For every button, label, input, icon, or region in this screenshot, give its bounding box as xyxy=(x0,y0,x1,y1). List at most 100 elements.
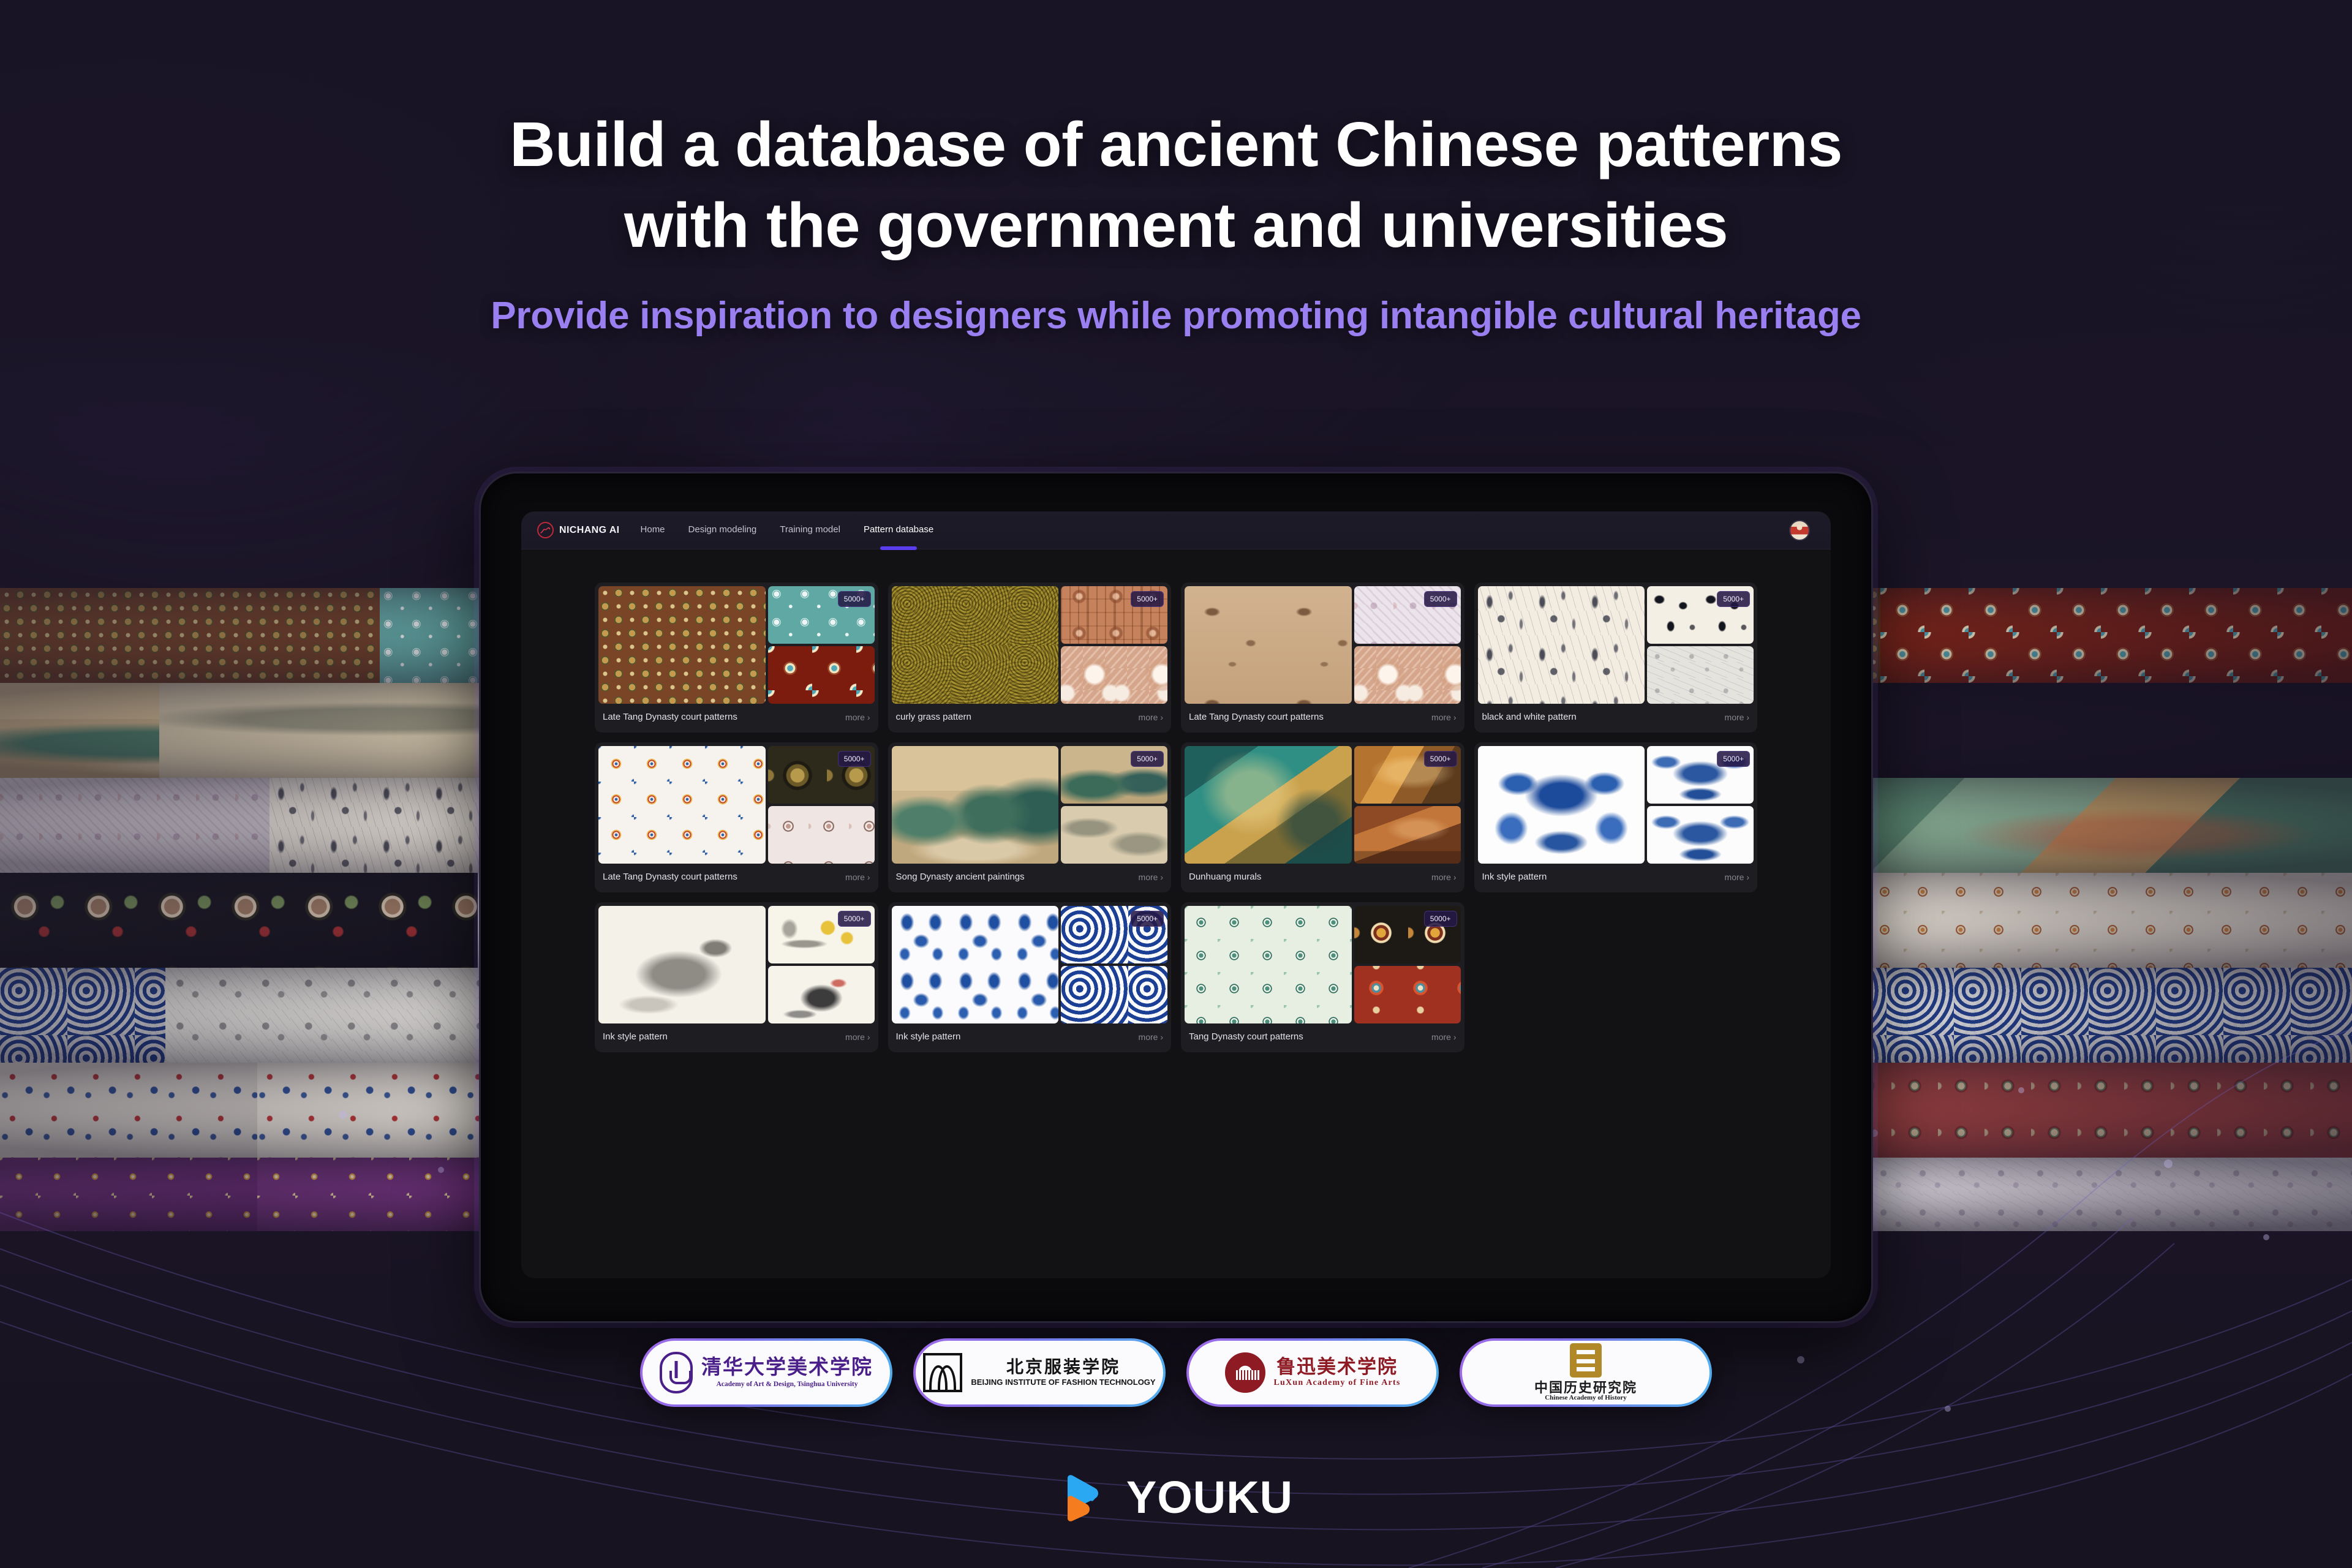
pattern-card-more-link[interactable]: more › xyxy=(845,872,870,882)
pattern-thumbnail-bottom[interactable] xyxy=(1061,806,1167,864)
pattern-card-more-link[interactable]: more › xyxy=(1431,712,1456,722)
pattern-thumbnail-main[interactable] xyxy=(1477,746,1645,864)
pattern-thumbnail-bottom[interactable] xyxy=(1647,806,1754,864)
pattern-count-badge: 5000+ xyxy=(1423,591,1457,607)
pattern-count-badge: 5000+ xyxy=(1423,751,1457,767)
pattern-thumbnail-top[interactable]: 5000+ xyxy=(1354,746,1461,804)
tablet-mockup: NICHANG AI Home Design modeling Training m… xyxy=(332,368,2020,1501)
pattern-card-more-link[interactable]: more › xyxy=(1139,1032,1163,1042)
pattern-card-thumbnails: 5000+ xyxy=(1185,906,1461,1023)
partner-logo-text: 清华大学美术学院 Academy of Art & Design, Tsinghu… xyxy=(701,1357,873,1388)
app-navbar: NICHANG AI Home Design modeling Training m… xyxy=(521,511,1831,549)
pattern-card-thumbnails: 5000+ xyxy=(598,906,875,1023)
pattern-card-title: Ink style pattern xyxy=(895,1031,961,1042)
pattern-card[interactable]: 5000+ Song Dynasty ancient paintings more … xyxy=(888,742,1171,892)
pattern-thumbnail-bottom[interactable] xyxy=(1354,966,1461,1023)
pattern-card-more-link[interactable]: more › xyxy=(1431,1032,1456,1042)
pattern-thumbnail-top[interactable]: 5000+ xyxy=(1061,586,1167,644)
nav-item-design-modeling[interactable]: Design modeling xyxy=(688,524,757,536)
pattern-thumbnail-column: 5000+ xyxy=(1354,906,1461,1023)
partner-logo[interactable]: 中国历史研究院 Chinese Academy of History xyxy=(1460,1338,1712,1407)
pattern-count-badge: 5000+ xyxy=(837,591,871,607)
pattern-card[interactable]: 5000+ Ink style pattern more › xyxy=(888,902,1171,1052)
pattern-card-title: Song Dynasty ancient paintings xyxy=(895,872,1025,882)
pattern-thumbnail-column: 5000+ xyxy=(1061,746,1167,864)
pattern-card[interactable]: 5000+ black and white pattern more › xyxy=(1474,582,1757,733)
pattern-card-more-link[interactable]: more › xyxy=(845,1032,870,1042)
pattern-card[interactable]: 5000+ Tang Dynasty court patterns more › xyxy=(1181,902,1464,1052)
pattern-card[interactable]: 5000+ Ink style pattern more › xyxy=(595,902,878,1052)
pattern-count-badge: 5000+ xyxy=(1717,591,1750,607)
pattern-thumbnail-top[interactable]: 5000+ xyxy=(1061,746,1167,804)
pattern-card-more-link[interactable]: more › xyxy=(845,712,870,722)
pattern-card-footer: black and white pattern more › xyxy=(1478,704,1754,733)
pattern-thumbnail-main[interactable] xyxy=(891,906,1059,1023)
pattern-card-footer: curly grass pattern more › xyxy=(892,704,1168,733)
pattern-thumbnail-main[interactable] xyxy=(1185,586,1352,704)
luxun-seal-icon xyxy=(1224,1352,1265,1393)
partner-logo-text: 鲁迅美术学院 LuXun Academy of Fine Arts xyxy=(1274,1357,1401,1387)
pattern-thumbnail-main[interactable] xyxy=(598,586,766,704)
pattern-thumbnail-main[interactable] xyxy=(1185,906,1352,1023)
pattern-thumbnail-bottom[interactable] xyxy=(1647,646,1754,704)
pattern-card-title: Late Tang Dynasty court patterns xyxy=(603,872,737,882)
pattern-thumbnail-main[interactable] xyxy=(1477,586,1645,704)
pattern-card-title: Late Tang Dynasty court patterns xyxy=(603,712,737,722)
pattern-thumbnail-main[interactable] xyxy=(891,586,1059,704)
pattern-card-thumbnails: 5000+ xyxy=(891,586,1167,704)
pattern-card-placeholder xyxy=(1474,902,1758,1052)
pattern-thumbnail-bottom[interactable] xyxy=(767,806,875,864)
partner-logo[interactable]: 北京服装学院 BEIJING INSTITUTE OF FASHION TECHN… xyxy=(913,1338,1166,1407)
pattern-card-grid: 5000+ Late Tang Dynasty court patterns mor… xyxy=(595,582,1757,1052)
pattern-card-footer: Tang Dynasty court patterns more › xyxy=(1185,1023,1461,1052)
user-avatar-photo[interactable] xyxy=(1789,519,1810,541)
pattern-count-badge: 5000+ xyxy=(837,751,871,767)
pattern-thumbnail-main[interactable] xyxy=(598,746,766,864)
chinese-academy-history-seal-icon xyxy=(1570,1343,1602,1378)
pattern-card-more-link[interactable]: more › xyxy=(1725,872,1749,882)
pattern-thumbnail-main[interactable] xyxy=(1185,746,1352,864)
tablet-frame: NICHANG AI Home Design modeling Training m… xyxy=(479,472,1873,1323)
pattern-thumbnail-top[interactable]: 5000+ xyxy=(767,906,875,963)
nav-item-pattern-database[interactable]: Pattern database xyxy=(864,524,933,536)
pattern-card-title: Ink style pattern xyxy=(603,1031,668,1042)
pattern-card[interactable]: 5000+ Late Tang Dynasty court patterns mor… xyxy=(1181,582,1464,733)
partner-logo-text: 中国历史研究院 Chinese Academy of History xyxy=(1534,1381,1637,1402)
brushstroke-circle-icon xyxy=(537,522,554,538)
pattern-thumbnail-bottom[interactable] xyxy=(1354,646,1461,704)
pattern-card-footer: Song Dynasty ancient paintings more › xyxy=(892,864,1168,892)
pattern-thumbnail-top[interactable]: 5000+ xyxy=(1647,746,1754,804)
hero-text-block: Build a database of ancient Chinese patt… xyxy=(0,104,2352,337)
partner-logo[interactable]: 清华大学美术学院 Academy of Art & Design, Tsinghu… xyxy=(640,1338,892,1407)
nav-item-home[interactable]: Home xyxy=(641,524,665,536)
pattern-thumbnail-bottom[interactable] xyxy=(1061,966,1167,1023)
partner-logo[interactable]: 鲁迅美术学院 LuXun Academy of Fine Arts xyxy=(1186,1338,1439,1407)
pattern-card[interactable]: 5000+ Dunhuang murals more › xyxy=(1181,742,1464,892)
pattern-card-footer: Late Tang Dynasty court patterns more › xyxy=(1185,704,1461,733)
brand-logo[interactable]: NICHANG AI xyxy=(537,522,620,538)
pattern-thumbnail-top[interactable]: 5000+ xyxy=(1647,586,1754,644)
pattern-card[interactable]: 5000+ Ink style pattern more › xyxy=(1474,742,1757,892)
pattern-thumbnail-top[interactable]: 5000+ xyxy=(1354,586,1461,644)
pattern-thumbnail-bottom[interactable] xyxy=(767,966,875,1023)
pattern-card[interactable]: 5000+ Late Tang Dynasty court patterns mor… xyxy=(595,582,878,733)
pattern-thumbnail-main[interactable] xyxy=(598,906,766,1023)
pattern-thumbnail-bottom[interactable] xyxy=(1354,806,1461,864)
pattern-card-more-link[interactable]: more › xyxy=(1431,872,1456,882)
page-title: Build a database of ancient Chinese patt… xyxy=(0,104,2352,266)
pattern-card-more-link[interactable]: more › xyxy=(1139,712,1163,722)
nav-item-training-model[interactable]: Training model xyxy=(780,524,840,536)
pattern-card-thumbnails: 5000+ xyxy=(598,746,875,864)
pattern-card-more-link[interactable]: more › xyxy=(1139,872,1163,882)
pattern-thumbnail-top[interactable]: 5000+ xyxy=(767,746,875,804)
pattern-card-more-link[interactable]: more › xyxy=(1725,712,1749,722)
partner-name-en: BEIJING INSTITUTE OF FASHION TECHNOLOGY xyxy=(971,1377,1156,1387)
pattern-thumbnail-bottom[interactable] xyxy=(767,646,875,704)
pattern-card[interactable]: 5000+ curly grass pattern more › xyxy=(888,582,1171,733)
pattern-thumbnail-bottom[interactable] xyxy=(1061,646,1167,704)
pattern-thumbnail-top[interactable]: 5000+ xyxy=(1061,906,1167,963)
pattern-thumbnail-main[interactable] xyxy=(891,746,1059,864)
pattern-thumbnail-top[interactable]: 5000+ xyxy=(767,586,875,644)
pattern-thumbnail-top[interactable]: 5000+ xyxy=(1354,906,1461,963)
pattern-card[interactable]: 5000+ Late Tang Dynasty court patterns mor… xyxy=(595,742,878,892)
